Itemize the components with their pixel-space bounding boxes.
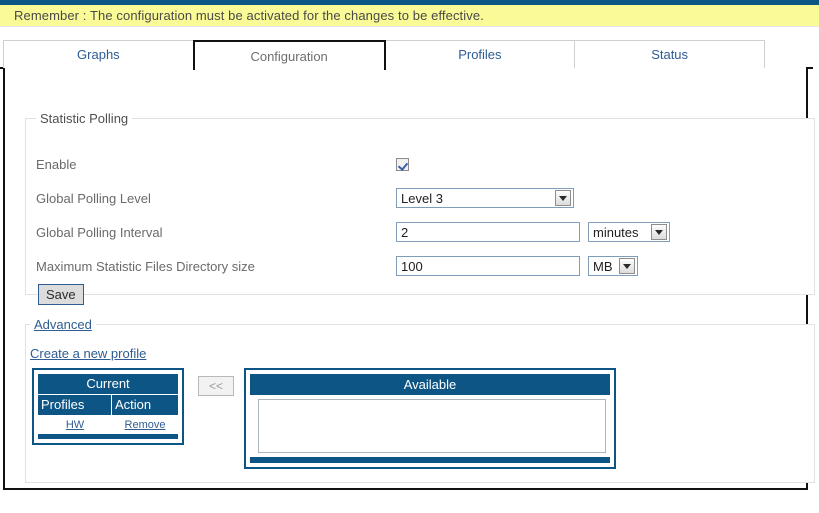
tab-configuration-label: Configuration xyxy=(250,48,328,64)
global-polling-interval-input[interactable]: 2 xyxy=(396,222,580,242)
advanced-section: Advanced Create a new profile Current Pr… xyxy=(25,317,815,483)
available-profiles-title: Available xyxy=(250,374,610,395)
global-polling-interval-unit-value: minutes xyxy=(593,224,639,240)
current-profiles-title: Current xyxy=(38,374,178,394)
row-global-polling-level: Global Polling Level Level 3 xyxy=(36,186,574,210)
global-polling-level-value: Level 3 xyxy=(401,190,443,206)
tab-profiles-label: Profiles xyxy=(458,47,502,62)
configuration-panel: Statistic Polling Enable Global Polling … xyxy=(3,67,815,490)
column-header-profiles: Profiles xyxy=(38,395,112,415)
row-enable: Enable xyxy=(36,152,409,176)
tab-profiles[interactable]: Profiles xyxy=(384,40,576,68)
global-polling-interval-unit-select[interactable]: minutes xyxy=(588,222,670,242)
save-button[interactable]: Save xyxy=(38,284,84,305)
create-new-profile-link[interactable]: Create a new profile xyxy=(30,346,146,361)
chevron-down-icon xyxy=(619,258,635,274)
reminder-message: Remember : The configuration must be act… xyxy=(14,8,484,23)
statistic-polling-legend: Statistic Polling xyxy=(40,111,129,126)
tab-graphs[interactable]: Graphs xyxy=(3,40,194,68)
current-profiles-footer-bar xyxy=(38,434,178,439)
profile-name-link[interactable]: HW xyxy=(38,419,112,431)
tab-configuration[interactable]: Configuration xyxy=(192,40,386,70)
advanced-legend[interactable]: Advanced xyxy=(30,317,96,332)
remove-profile-link[interactable]: Remove xyxy=(112,419,178,431)
row-global-polling-interval: Global Polling Interval 2 minutes xyxy=(36,220,670,244)
tab-graphs-label: Graphs xyxy=(77,47,120,62)
enable-label: Enable xyxy=(36,156,77,172)
current-profiles-column-headers: Profiles Action xyxy=(38,394,178,415)
max-statistic-dir-size-unit-value: MB xyxy=(593,258,613,274)
available-profiles-listbox[interactable] xyxy=(258,399,606,453)
current-profiles-box: Current Profiles Action HW Remove xyxy=(32,368,184,445)
profiles-transfer-area: Current Profiles Action HW Remove << Ava… xyxy=(32,368,616,469)
move-left-button[interactable]: << xyxy=(198,376,234,396)
table-row: HW Remove xyxy=(38,415,178,434)
global-polling-level-label: Global Polling Level xyxy=(36,190,151,206)
max-statistic-dir-size-unit-select[interactable]: MB xyxy=(588,256,638,276)
chevron-down-icon xyxy=(555,190,571,206)
global-polling-interval-label: Global Polling Interval xyxy=(36,224,163,240)
available-profiles-footer-bar xyxy=(250,457,610,463)
chevron-down-icon xyxy=(651,224,667,240)
reminder-banner: Remember : The configuration must be act… xyxy=(0,5,819,27)
available-profiles-list-wrapper xyxy=(250,395,610,457)
available-profiles-box: Available xyxy=(244,368,616,469)
global-polling-level-select[interactable]: Level 3 xyxy=(396,188,574,208)
enable-checkbox[interactable] xyxy=(396,157,409,171)
tab-status[interactable]: Status xyxy=(574,40,765,68)
tab-status-label: Status xyxy=(651,47,689,62)
max-statistic-dir-size-label: Maximum Statistic Files Directory size xyxy=(36,258,255,274)
statistic-polling-section: Statistic Polling Enable Global Polling … xyxy=(25,111,815,305)
tab-bar: Graphs Configuration Profiles Status xyxy=(3,40,765,70)
column-header-action: Action xyxy=(115,397,152,412)
max-statistic-dir-size-input[interactable]: 100 xyxy=(396,256,580,276)
row-max-statistic-dir-size: Maximum Statistic Files Directory size 1… xyxy=(36,254,638,278)
